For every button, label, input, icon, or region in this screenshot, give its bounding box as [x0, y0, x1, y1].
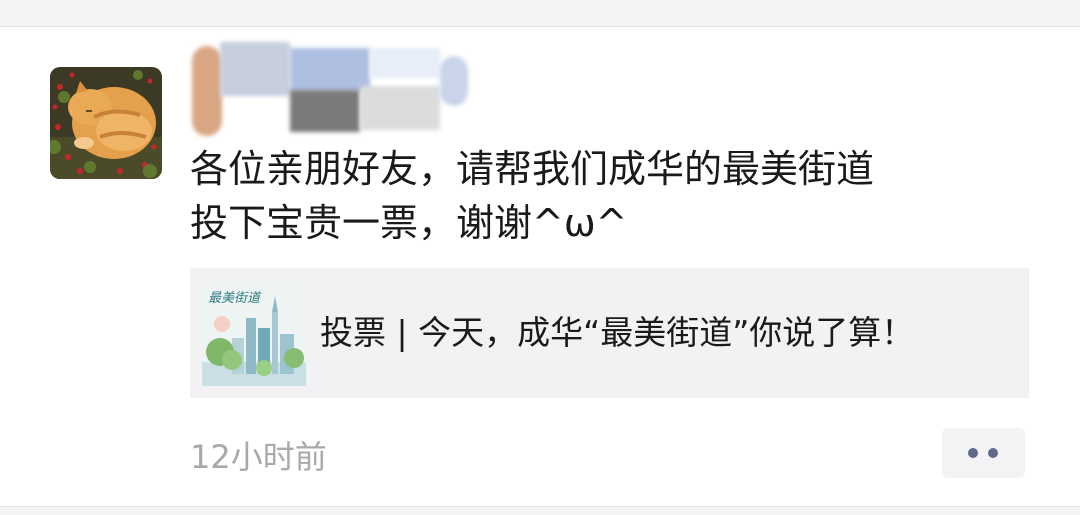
username-blurred[interactable] [190, 38, 470, 138]
more-actions-button[interactable] [942, 428, 1025, 478]
svg-text:最美街道: 最美街道 [208, 291, 262, 306]
link-title: 投票 | 今天，成华“最美街道”你说了算！ [320, 313, 915, 352]
street-illustration-icon: 最美街道 [202, 282, 306, 386]
post-text-line-1: 各位亲朋好友，请帮我们成华的最美街道 [190, 147, 875, 191]
cat-avatar-icon [50, 67, 162, 179]
post-text: 各位亲朋好友，请帮我们成华的最美街道 投下宝贵一票，谢谢^ω^ [190, 142, 1050, 250]
link-thumbnail: 最美街道 [202, 282, 306, 386]
post-timestamp: 12小时前 [190, 438, 327, 476]
user-avatar[interactable] [50, 67, 162, 179]
shared-link-card[interactable]: 最美街道 投票 | 今天，成华“最美街道”你说了算！ [190, 268, 1029, 398]
top-divider [0, 0, 1080, 27]
post-text-line-2: 投下宝贵一票，谢谢^ω^ [190, 201, 628, 245]
